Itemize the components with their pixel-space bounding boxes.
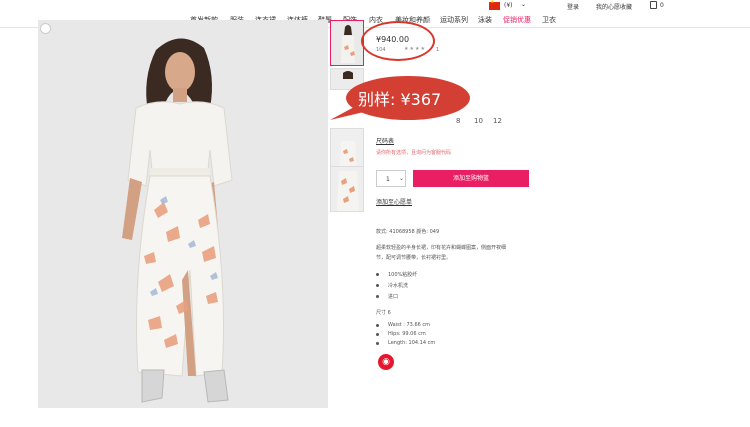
wishlist-link[interactable]: 我的心愿收藏 <box>596 2 632 11</box>
chevron-down-icon: ⌄ <box>399 175 405 182</box>
stock-note: 请你所有选项，且询问为客服代码 <box>376 150 452 156</box>
measurement-item: Hips: 99.06 cm <box>388 331 426 337</box>
zoom-icon[interactable] <box>40 23 51 34</box>
bullet-dot <box>376 333 379 336</box>
product-main-image[interactable] <box>38 20 328 408</box>
size-option-10[interactable]: 10 <box>474 117 483 125</box>
measurement-item: Waist : 73.66 cm <box>388 322 431 328</box>
bag-count: 0 <box>660 2 664 9</box>
bullet-dot <box>376 295 379 298</box>
review-count[interactable]: 1 <box>436 47 439 53</box>
feature-item: 进口 <box>388 294 399 300</box>
callout-text: 别样: ¥367 <box>358 90 442 109</box>
style-color-line: 款式: 41068958 颜色: 049 <box>376 229 440 235</box>
shopping-bag-icon[interactable] <box>650 1 657 9</box>
chevron-down-icon[interactable]: ⌄ <box>521 1 526 8</box>
china-flag-icon[interactable] <box>489 0 500 10</box>
description-line-2: 节，配可调节腰带，长衬裙衬里。 <box>376 255 452 261</box>
measurement-item: Length: 104.14 cm <box>388 340 436 346</box>
nav-item-sale[interactable]: 促销优惠 <box>503 15 531 25</box>
nav-item-activewear[interactable]: 运动系列 <box>440 15 468 25</box>
price-callout-bubble: 别样: ¥367 <box>330 74 472 126</box>
bullet-dot <box>376 342 379 345</box>
description-line-1: 超柔软轻盈的半身长裙，印有花卉和蝴蝶图案，侧面开衩细 <box>376 245 507 251</box>
currency-selector[interactable]: (¥) <box>504 2 513 9</box>
bullet-dot <box>376 284 379 287</box>
bullet-dot <box>376 324 379 327</box>
feature-item: 冷水机洗 <box>388 283 409 289</box>
quantity-value: 1 <box>386 176 390 183</box>
size-chart-link[interactable]: 尺码表 <box>376 136 394 145</box>
price-highlight-circle <box>361 21 435 61</box>
size-option-8[interactable]: 8 <box>456 117 460 125</box>
nav-item-sweatshirts[interactable]: 卫衣 <box>542 15 556 25</box>
thumbnail-4[interactable] <box>330 166 364 212</box>
weibo-icon[interactable]: ◉ <box>378 354 394 370</box>
add-to-cart-button[interactable]: 添加至购物篮 <box>413 170 529 187</box>
bullet-dot <box>376 273 379 276</box>
top-utility-bar: (¥) ⌄ 登录 我的心愿收藏 0 <box>0 0 750 12</box>
size-label: 尺寸 6 <box>376 310 391 316</box>
feature-item: 100%粘胶纤 <box>388 272 418 278</box>
login-link[interactable]: 登录 <box>567 2 579 11</box>
quantity-select[interactable]: 1 ⌄ <box>376 170 406 187</box>
nav-item-swim[interactable]: 泳装 <box>478 15 492 25</box>
size-option-12[interactable]: 12 <box>493 117 502 125</box>
add-to-wishlist-link[interactable]: 添加至心愿单 <box>376 197 412 206</box>
thumbnail-1[interactable] <box>330 20 364 66</box>
